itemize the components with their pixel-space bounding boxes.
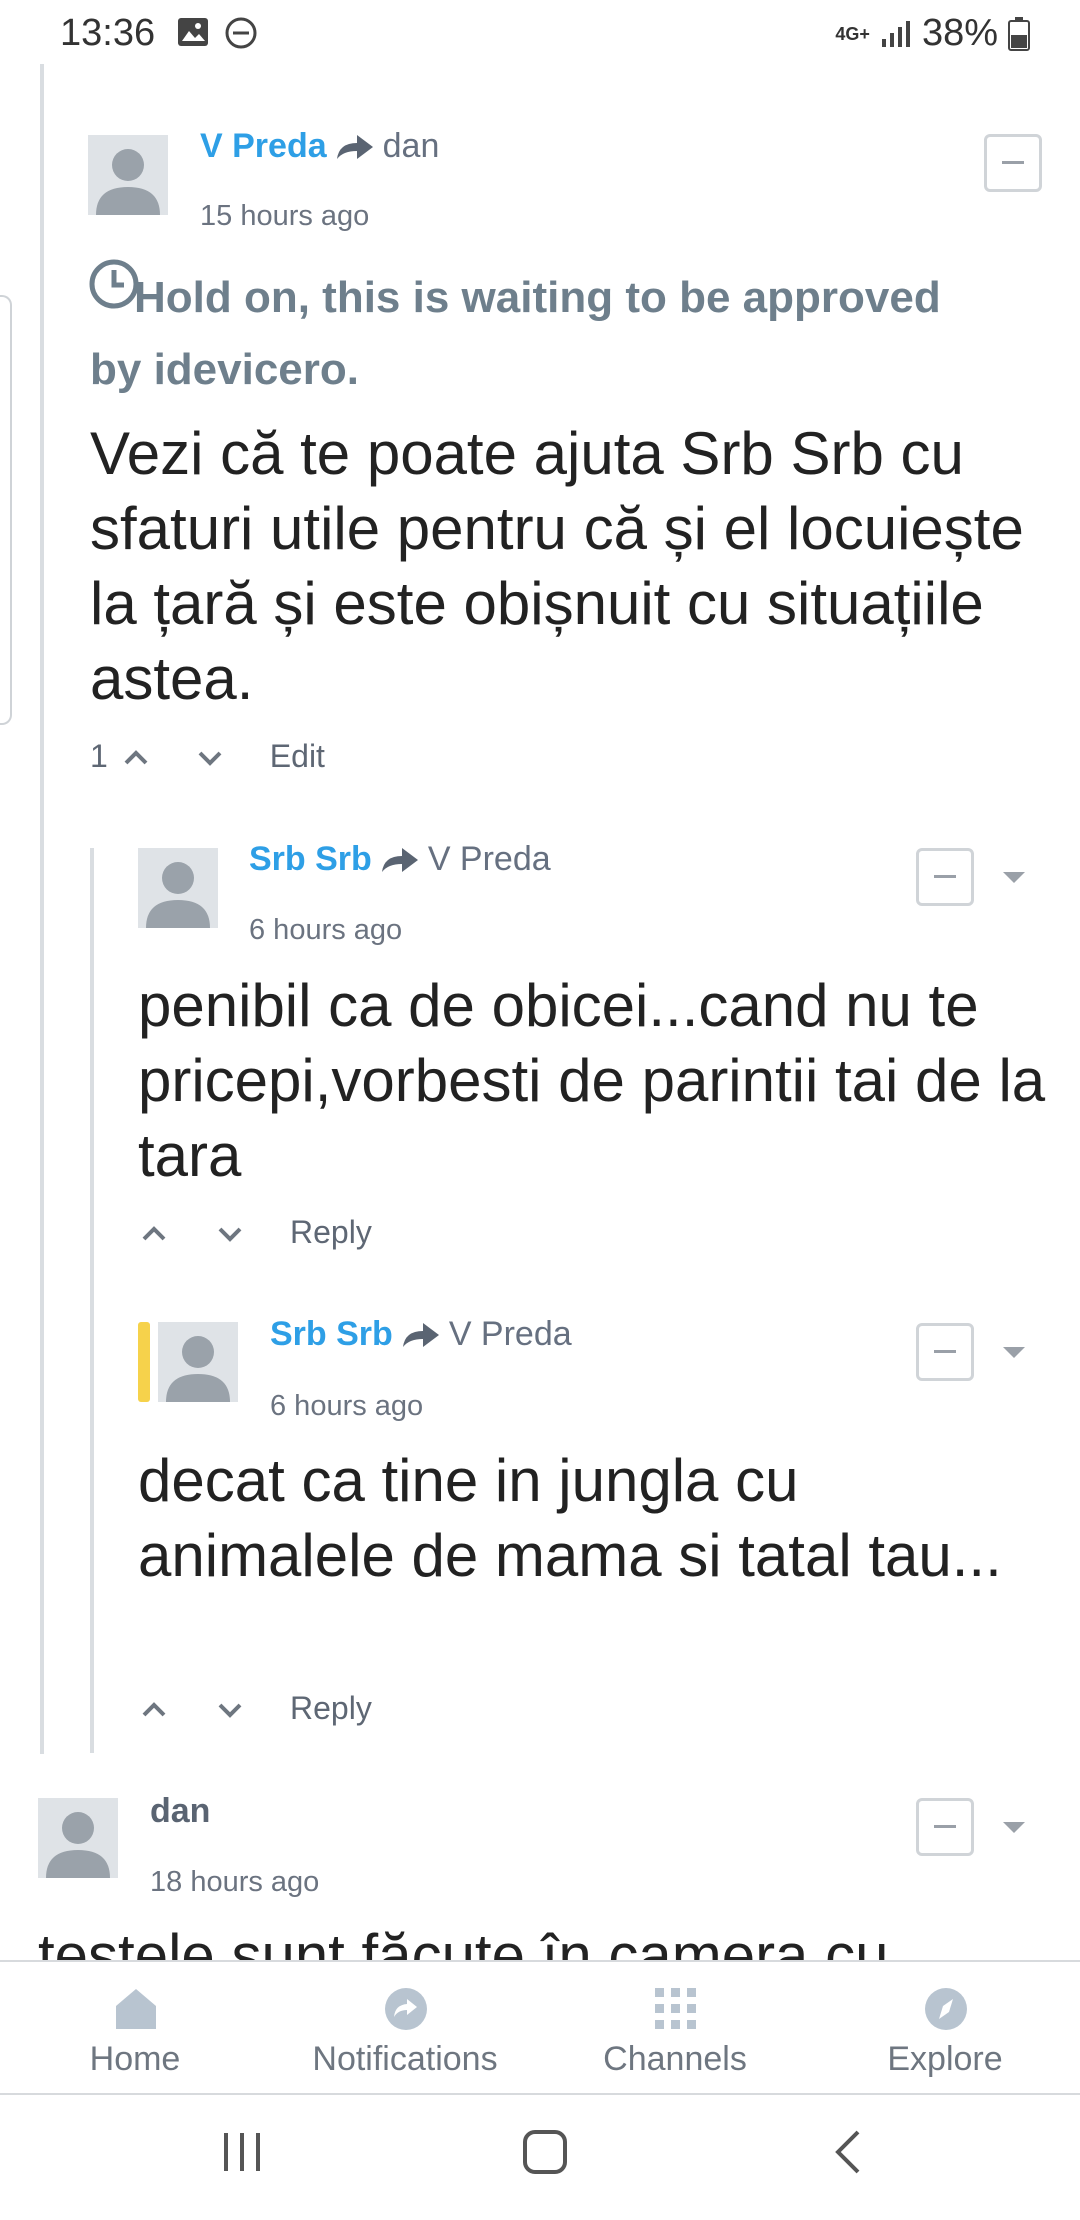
collapse-button[interactable] — [916, 848, 974, 906]
reply-to-name[interactable]: dan — [383, 127, 440, 166]
nav-label: Channels — [603, 2040, 747, 2078]
comment-actions: Reply — [136, 1214, 372, 1251]
author-name[interactable]: Srb Srb — [249, 840, 372, 879]
vote-count: 1 — [90, 738, 108, 774]
avatar[interactable] — [138, 848, 218, 928]
network-type: 4G+ — [835, 23, 870, 44]
comment-author[interactable]: V Preda dan — [200, 127, 439, 166]
thread-line-nested — [90, 848, 94, 1753]
avatar[interactable] — [88, 135, 168, 215]
new-comment-highlight — [138, 1322, 150, 1402]
author-name[interactable]: Srb Srb — [270, 1315, 393, 1354]
reply-to-name[interactable]: V Preda — [428, 840, 551, 879]
nav-label: Home — [89, 2040, 181, 2078]
comment-author[interactable]: Srb Srb V Preda — [249, 840, 551, 879]
downvote-icon[interactable] — [212, 1215, 248, 1251]
thread-line — [40, 64, 44, 1754]
explore-icon — [925, 1988, 967, 2030]
collapse-button[interactable] — [916, 1323, 974, 1381]
system-navigation-bar — [0, 2095, 1080, 2220]
author-name[interactable]: V Preda — [200, 127, 327, 166]
pending-approval-notice: Hold on, this is waiting to be approved … — [90, 273, 941, 394]
reply-arrow-icon — [381, 847, 418, 872]
comment-actions: 1 Edit — [90, 738, 325, 775]
status-bar: 13:36 4G+ 38% — [0, 0, 1080, 64]
reply-to-name[interactable]: V Preda — [449, 1315, 572, 1354]
edit-link[interactable]: Edit — [270, 738, 325, 775]
nav-label: Explore — [887, 2040, 1003, 2078]
nav-home[interactable]: Home — [0, 1962, 270, 2097]
nav-notifications[interactable]: Notifications — [270, 1962, 540, 2097]
reply-link[interactable]: Reply — [290, 1214, 372, 1251]
collapse-button[interactable] — [916, 1798, 974, 1856]
comment-actions: Reply — [136, 1690, 372, 1727]
home-icon — [116, 1989, 156, 2029]
comment-time[interactable]: 15 hours ago — [200, 200, 369, 233]
channels-icon — [655, 1988, 696, 2029]
battery-percent: 38% — [921, 12, 998, 54]
comment-text: decat ca tine in jungla cu animalele de … — [138, 1447, 1002, 1589]
comment-time[interactable]: 6 hours ago — [249, 914, 402, 947]
comment-text: Vezi că te poate ajuta Srb Srb cu sfatur… — [90, 420, 1024, 712]
do-not-disturb-icon — [225, 17, 257, 49]
upvote-icon[interactable] — [118, 739, 154, 775]
avatar[interactable] — [158, 1322, 238, 1402]
status-time: 13:36 — [60, 12, 156, 54]
nav-label: Notifications — [312, 2040, 498, 2078]
back-icon[interactable] — [828, 2127, 868, 2177]
side-handle[interactable] — [0, 295, 12, 725]
comment-time[interactable]: 18 hours ago — [150, 1866, 319, 1899]
comment-author[interactable]: dan — [150, 1792, 210, 1831]
dropdown-caret-icon[interactable] — [1003, 1822, 1025, 1833]
collapse-button[interactable] — [984, 134, 1042, 192]
downvote-icon[interactable] — [212, 1691, 248, 1727]
reply-arrow-icon — [402, 1322, 439, 1347]
comment-author[interactable]: Srb Srb V Preda — [270, 1315, 572, 1354]
upvote-icon[interactable] — [136, 1691, 172, 1727]
comment-time[interactable]: 6 hours ago — [270, 1390, 423, 1423]
home-button-icon[interactable] — [520, 2127, 570, 2177]
notifications-icon — [385, 1988, 427, 2030]
recent-apps-icon[interactable] — [220, 2127, 266, 2177]
avatar[interactable] — [38, 1798, 118, 1878]
nav-explore[interactable]: Explore — [810, 1962, 1080, 2097]
battery-icon — [1008, 16, 1030, 51]
signal-icon — [881, 20, 910, 47]
reply-arrow-icon — [336, 134, 373, 159]
dropdown-caret-icon[interactable] — [1003, 872, 1025, 883]
gallery-icon — [178, 18, 208, 46]
dropdown-caret-icon[interactable] — [1003, 1347, 1025, 1358]
comment-text: penibil ca de obicei...cand nu te pricep… — [138, 972, 1046, 1189]
downvote-icon[interactable] — [192, 739, 228, 775]
reply-link[interactable]: Reply — [290, 1690, 372, 1727]
upvote-icon[interactable] — [136, 1215, 172, 1251]
status-indicators: 4G+ 38% — [835, 12, 1030, 55]
bottom-navigation: Home Notifications Channels Explore — [0, 1960, 1080, 2095]
nav-channels[interactable]: Channels — [540, 1962, 810, 2097]
